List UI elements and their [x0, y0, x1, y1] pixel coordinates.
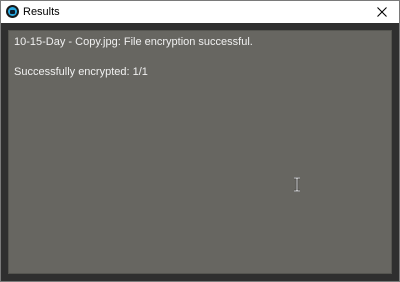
- result-line: Successfully encrypted: 1/1: [14, 66, 148, 78]
- result-line: 10-15-Day - Copy.jpg: File encryption su…: [14, 36, 253, 48]
- result-line: [14, 50, 386, 65]
- title-bar[interactable]: Results: [1, 1, 399, 23]
- text-cursor-icon: [294, 177, 300, 192]
- results-window: Results 10-15-Day - Copy.jpg: File encry…: [0, 0, 400, 282]
- app-icon: [6, 5, 19, 18]
- window-body: 10-15-Day - Copy.jpg: File encryption su…: [1, 23, 399, 281]
- results-textarea[interactable]: 10-15-Day - Copy.jpg: File encryption su…: [8, 30, 392, 274]
- close-icon: [377, 7, 387, 17]
- close-button[interactable]: [365, 1, 399, 23]
- window-title: Results: [23, 6, 60, 18]
